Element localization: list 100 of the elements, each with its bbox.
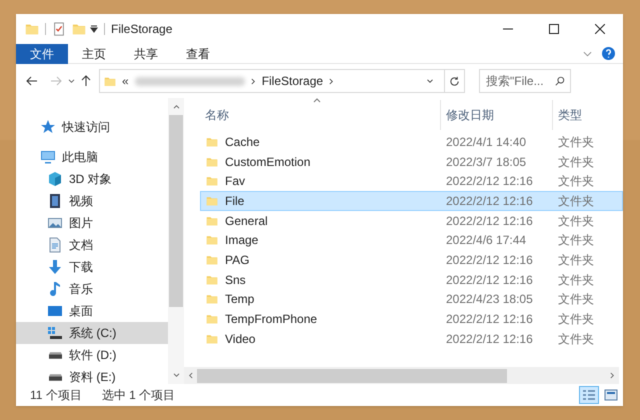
file-row[interactable]: PAG 2022/2/12 12:16 文件夹 (200, 250, 623, 270)
help-icon[interactable] (602, 47, 615, 60)
modified-date: 2022/2/12 12:16 (445, 192, 534, 210)
scroll-down-icon[interactable] (172, 373, 180, 378)
music-note-icon (47, 281, 63, 297)
column-header[interactable]: 类型 (552, 100, 612, 130)
path-segment[interactable]: FileStorage (262, 72, 324, 90)
search-icon[interactable] (555, 76, 565, 86)
checklist-icon[interactable] (52, 21, 66, 37)
column-header[interactable]: 名称 (200, 100, 440, 130)
ribbon-tab[interactable]: 主页 (68, 44, 120, 64)
address-field[interactable]: « FileStorage (99, 69, 465, 93)
preview-pane-icon (604, 389, 618, 401)
scroll-left-icon[interactable] (188, 372, 193, 379)
file-name: Image (225, 232, 258, 250)
file-type: 文件夹 (557, 192, 595, 210)
nav-item[interactable]: 视频 (16, 190, 168, 212)
desktop-icon (47, 303, 63, 319)
close-icon (595, 24, 605, 34)
vertical-scrollbar[interactable] (168, 98, 184, 384)
horizontal-scrollbar[interactable] (184, 367, 619, 384)
column-header[interactable]: 修改日期 (440, 100, 552, 130)
ribbon-tab[interactable]: 文件 (16, 44, 68, 64)
document-icon (47, 237, 63, 253)
film-icon (47, 193, 63, 209)
file-row[interactable]: Video 2022/2/12 12:16 文件夹 (200, 328, 623, 349)
details-view-button[interactable] (579, 386, 599, 404)
item-count: 11 个项目 (30, 387, 82, 404)
modified-date: 2022/4/6 17:44 (445, 232, 528, 250)
chevron-down-icon[interactable] (68, 78, 75, 84)
file-type: 文件夹 (557, 154, 595, 171)
scroll-up-icon[interactable] (172, 104, 180, 109)
cube-icon (47, 171, 63, 187)
drive-icon (48, 374, 62, 380)
file-row[interactable]: Sns 2022/2/12 12:16 文件夹 (200, 270, 623, 290)
file-row[interactable]: Cache 2022/4/1 14:40 文件夹 (200, 132, 623, 152)
nav-item[interactable]: 文档 (16, 234, 168, 256)
nav-item[interactable]: 此电脑 (16, 146, 168, 168)
nav-item[interactable]: 系统 (C:) (16, 322, 168, 344)
chevron-down-icon[interactable] (426, 78, 434, 84)
file-row[interactable]: Fav 2022/2/12 12:16 文件夹 (200, 171, 623, 192)
nav-item[interactable]: 桌面 (16, 300, 168, 322)
file-type: 文件夹 (557, 232, 595, 250)
up-arrow-icon[interactable] (81, 75, 91, 87)
file-row[interactable]: CustomEmotion 2022/3/7 18:05 文件夹 (200, 152, 623, 172)
modified-date: 2022/2/12 12:16 (445, 173, 534, 190)
file-name: PAG (225, 252, 250, 269)
maximize-icon (549, 24, 559, 34)
computer-icon (40, 149, 56, 165)
file-name: CustomEmotion (225, 154, 310, 171)
ribbon-tab[interactable]: 共享 (120, 44, 172, 64)
file-type: 文件夹 (557, 212, 595, 230)
scroll-right-icon[interactable] (610, 372, 615, 379)
details-list-icon (582, 389, 596, 401)
modified-date: 2022/2/12 12:16 (445, 252, 534, 269)
file-row[interactable]: File 2022/2/12 12:16 文件夹 (200, 191, 623, 211)
nav-item[interactable]: 下载 (16, 256, 168, 278)
file-name: Sns (225, 272, 246, 289)
modified-date: 2022/2/12 12:16 (445, 212, 534, 230)
chevron-right-icon (329, 78, 334, 84)
modified-date: 2022/2/12 12:16 (445, 272, 534, 289)
nav-item[interactable]: 快速访问 (16, 116, 168, 138)
chevron-right-icon (250, 78, 256, 84)
modified-date: 2022/3/7 18:05 (445, 154, 528, 171)
nav-item[interactable]: 音乐 (16, 278, 168, 300)
nav-item[interactable]: 图片 (16, 212, 168, 234)
file-row[interactable]: Temp 2022/4/23 18:05 文件夹 (200, 290, 623, 310)
file-type: 文件夹 (557, 311, 595, 328)
dropdown-icon[interactable] (90, 25, 98, 33)
image-icon (47, 215, 63, 231)
minimize-icon (503, 28, 513, 30)
file-name: General (225, 212, 268, 230)
file-type: 文件夹 (557, 272, 595, 289)
file-type: 文件夹 (557, 252, 595, 269)
file-name: Temp (225, 291, 254, 308)
file-name: Fav (225, 173, 246, 190)
file-row[interactable]: TempFromPhone 2022/2/12 12:16 文件夹 (200, 309, 623, 329)
drive-icon (48, 352, 62, 358)
modified-date: 2022/2/12 12:16 (445, 311, 534, 328)
down-arrow-icon (47, 259, 63, 275)
ribbon-tab[interactable]: 查看 (172, 44, 224, 64)
back-arrow-icon[interactable] (26, 76, 38, 86)
file-name: Cache (225, 134, 260, 151)
window-title: FileStorage (111, 21, 172, 38)
nav-item[interactable]: 3D 对象 (16, 168, 168, 190)
file-name: File (225, 192, 244, 210)
nav-item[interactable]: 资料 (E:) (16, 366, 168, 384)
drive-icon (47, 325, 63, 341)
refresh-icon[interactable] (449, 76, 460, 86)
file-row[interactable]: Image 2022/4/6 17:44 文件夹 (200, 230, 623, 250)
nav-item[interactable]: 软件 (D:) (16, 344, 168, 366)
modified-date: 2022/2/12 12:16 (445, 330, 534, 348)
modified-date: 2022/4/23 18:05 (445, 291, 534, 308)
file-type: 文件夹 (557, 291, 595, 308)
star-icon (40, 119, 56, 135)
file-name: Video (225, 330, 256, 348)
overflow-marker[interactable]: « (122, 72, 129, 90)
file-type: 文件夹 (557, 330, 595, 348)
search-field[interactable]: 搜索"File... (479, 69, 571, 93)
file-row[interactable]: General 2022/2/12 12:16 文件夹 (200, 210, 623, 230)
